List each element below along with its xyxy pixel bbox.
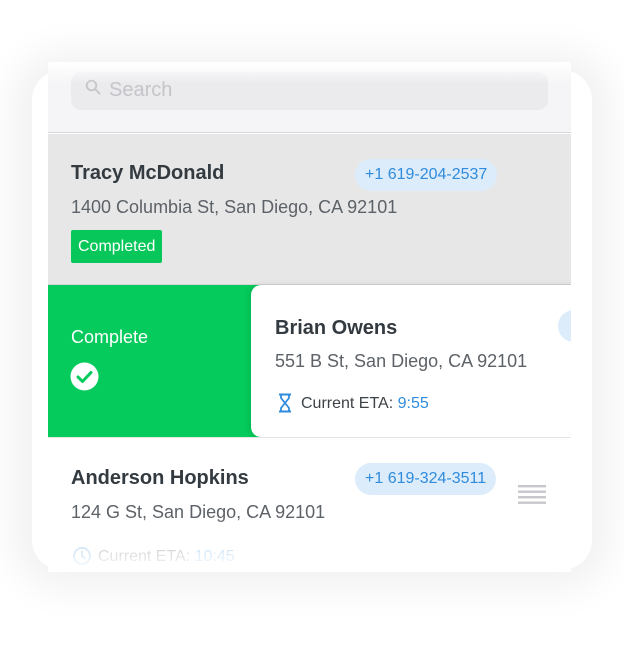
search-icon — [85, 79, 101, 95]
check-circle-icon — [70, 362, 99, 391]
search-placeholder: Search — [109, 79, 173, 101]
complete-action-label: Complete — [71, 327, 149, 347]
status-badge: Completed — [71, 230, 163, 263]
complete-swipe-action[interactable]: Complete — [48, 285, 278, 437]
customer-address: 124 G St, San Diego, CA 92101 — [71, 502, 326, 522]
customer-address: 1400 Columbia St, San Diego, CA 92101 — [71, 197, 398, 217]
drag-handle-icon[interactable] — [518, 483, 546, 505]
search-bar-area: Search — [48, 62, 571, 133]
customer-name: Brian Owens — [275, 317, 398, 339]
clock-icon — [73, 547, 91, 565]
app-screen: Search Tracy McDonald +1 619-204-2537 14… — [48, 62, 571, 572]
eta-text: Current ETA: 9:55 — [301, 395, 429, 413]
stop-row-swiped[interactable]: Brian Owens 551 B St, San Diego, CA 9210… — [251, 285, 571, 437]
stop-row-completed[interactable]: Tracy McDonald +1 619-204-2537 1400 Colu… — [48, 134, 571, 285]
eta-label: Current ETA: — [98, 548, 195, 565]
eta-label: Current ETA: — [301, 395, 398, 412]
customer-address: 551 B St, San Diego, CA 92101 — [275, 351, 528, 371]
stop-row[interactable]: Anderson Hopkins +1 619-324-3511 124 G S… — [48, 437, 571, 572]
phone-button[interactable]: +1 619-204-2537 — [355, 159, 498, 191]
eta-text: Current ETA: 10:45 — [98, 548, 235, 566]
eta-time: 9:55 — [397, 395, 429, 412]
customer-name: Tracy McDonald — [71, 162, 225, 184]
phone-button[interactable]: +1 619-324-3511 — [355, 463, 497, 495]
stage: Search Tracy McDonald +1 619-204-2537 14… — [0, 0, 624, 648]
hourglass-icon — [279, 393, 291, 413]
search-input[interactable]: Search — [71, 72, 548, 110]
phone-button-peek[interactable] — [558, 310, 571, 342]
eta-time: 10:45 — [194, 548, 235, 565]
customer-name: Anderson Hopkins — [71, 467, 249, 489]
